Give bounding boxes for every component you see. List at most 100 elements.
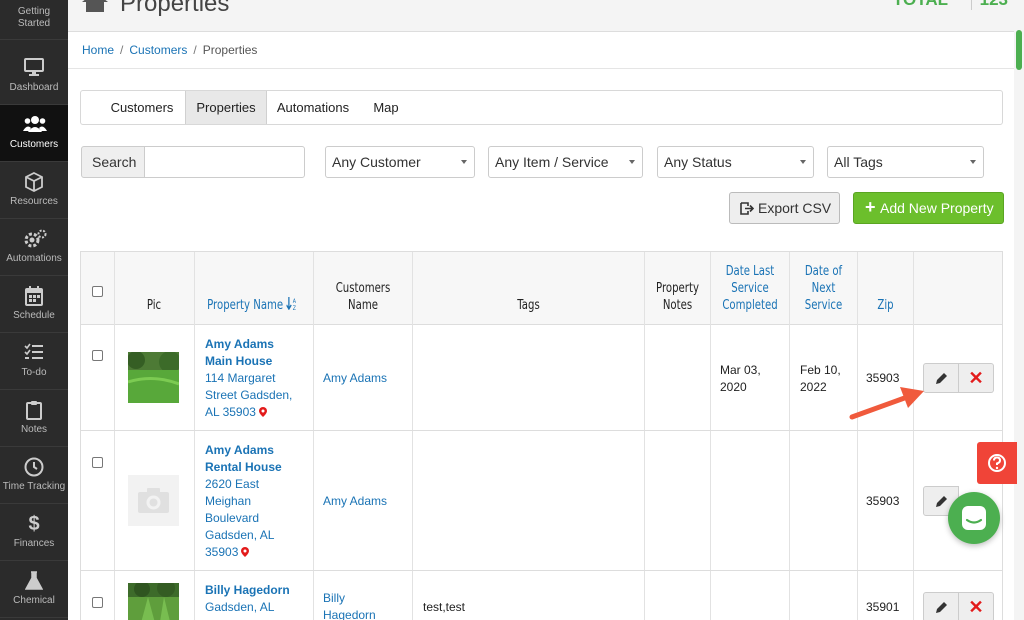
table-header	[81, 252, 1002, 325]
plus-icon: +	[865, 197, 876, 217]
customer-filter-select[interactable]: Any Customer	[325, 146, 475, 178]
breadcrumb-separator: /	[120, 43, 124, 57]
header-tags: Tags	[517, 298, 540, 313]
customer-name-link[interactable]: Billy Hagedorn	[323, 590, 376, 620]
header-line: Notes	[662, 298, 693, 313]
scrollbar-thumb[interactable]	[1016, 30, 1022, 70]
sidebar-item-time-tracking[interactable]: Time Tracking	[0, 447, 68, 504]
sidebar-item-label: To-do	[21, 367, 47, 378]
header-zip[interactable]: Zip	[864, 297, 907, 314]
address-line-text: 35903	[205, 545, 239, 559]
row-checkbox[interactable]	[92, 457, 103, 468]
sidebar-item-chemical[interactable]: Chemical	[0, 561, 68, 618]
breadcrumb-customers[interactable]: Customers	[129, 43, 187, 57]
users-icon	[23, 115, 47, 135]
delete-property-button[interactable]: ✕	[959, 592, 994, 620]
sidebar-item-label: Started	[17, 18, 51, 29]
property-name-line: Amy Adams	[205, 337, 274, 351]
add-new-property-button[interactable]: + Add New Property	[853, 192, 1004, 224]
row-divider	[81, 430, 1002, 431]
sidebar-item-label: Chemical	[13, 595, 55, 606]
status-filter-select[interactable]: Any Status	[657, 146, 814, 178]
export-csv-button[interactable]: Export CSV	[729, 192, 840, 224]
tab-properties[interactable]: Properties	[185, 91, 267, 124]
breadcrumb-home[interactable]: Home	[82, 43, 114, 57]
sidebar-item-label: Automations	[6, 253, 62, 264]
sidebar-item-finances[interactable]: $ Finances	[0, 504, 68, 561]
monitor-icon	[23, 58, 45, 78]
customer-name-line: Hagedorn	[323, 608, 376, 620]
breadcrumb: Home / Customers / Properties	[82, 43, 257, 57]
page-header: Properties TOTAL 123	[68, 0, 1014, 32]
address-line: Meighan	[205, 494, 252, 508]
property-photo[interactable]	[128, 352, 179, 403]
map-pin-icon	[258, 407, 267, 417]
header-line: Date of	[804, 264, 843, 279]
property-photo[interactable]	[128, 583, 179, 620]
edit-property-button[interactable]	[923, 592, 959, 620]
pencil-icon	[936, 602, 947, 613]
gears-icon	[23, 229, 47, 249]
sidebar-item-todo[interactable]: To-do	[0, 333, 68, 390]
tags-filter-value: All Tags	[834, 154, 883, 170]
property-name-link[interactable]: Billy Hagedorn	[205, 582, 311, 599]
header-divider	[971, 0, 972, 10]
header-property-name[interactable]: Property Name AZ	[198, 297, 307, 314]
item-service-filter-value: Any Item / Service	[495, 154, 609, 170]
export-csv-label: Export CSV	[758, 200, 832, 216]
sidebar-item-label: Getting	[17, 6, 51, 17]
sidebar-item-label: Customers	[9, 139, 59, 150]
calendar-icon	[23, 286, 45, 306]
chat-button[interactable]	[948, 492, 1000, 544]
item-service-filter-select[interactable]: Any Item / Service	[488, 146, 643, 178]
sidebar-item-automations[interactable]: Automations	[0, 219, 68, 276]
export-icon	[740, 202, 754, 215]
sidebar-item-schedule[interactable]: Schedule	[0, 276, 68, 333]
header-line: Service	[804, 298, 843, 313]
sidebar-item-dashboard[interactable]: Dashboard	[0, 48, 68, 105]
property-name-link[interactable]: Amy Adams Main House	[205, 336, 311, 370]
property-name-link[interactable]: Amy Adams Rental House	[205, 442, 311, 476]
tags-filter-select[interactable]: All Tags	[827, 146, 984, 178]
page-title: Properties	[120, 0, 230, 17]
sort-alpha-icon: AZ	[285, 297, 296, 312]
page-scrollbar[interactable]	[1014, 0, 1024, 620]
help-button[interactable]	[977, 442, 1017, 484]
search-input[interactable]	[144, 146, 305, 178]
sidebar-item-resources[interactable]: Resources	[0, 162, 68, 219]
flask-icon	[23, 571, 45, 591]
row-checkbox[interactable]	[92, 597, 103, 608]
property-name-line: Rental House	[205, 460, 282, 474]
tab-map[interactable]: Map	[363, 91, 409, 124]
header-date-next-service[interactable]: Date of Next Service	[797, 263, 849, 314]
clipboard-icon	[23, 400, 45, 420]
property-address[interactable]: Gadsden, AL	[205, 599, 311, 616]
property-address[interactable]: 2620 East Meighan Boulevard Gadsden, AL …	[205, 476, 311, 561]
sidebar-item-getting-started[interactable]: Getting Started	[0, 0, 68, 40]
date-last-service: Mar 03, 2020	[720, 362, 761, 396]
header-date-last-service[interactable]: Date Last Service Completed	[720, 263, 781, 314]
property-address[interactable]: 114 Margaret Street Gadsden, AL 35903	[205, 370, 311, 421]
customer-name-link[interactable]: Amy Adams	[323, 493, 387, 510]
tags-cell: test,test	[423, 600, 466, 614]
customer-name-link[interactable]: Amy Adams	[323, 370, 387, 387]
sidebar-item-customers[interactable]: Customers	[0, 105, 68, 162]
tab-automations[interactable]: Automations	[267, 91, 359, 124]
select-all-checkbox[interactable]	[92, 286, 103, 297]
svg-text:Z: Z	[293, 306, 296, 310]
delete-property-button[interactable]: ✕	[959, 363, 994, 393]
add-new-property-label: Add New Property	[880, 200, 994, 216]
header-property-name-label: Property Name	[207, 298, 284, 313]
date-next-service: Feb 10, 2022	[800, 362, 841, 396]
sidebar-item-label: Finances	[13, 538, 55, 549]
tab-customers[interactable]: Customers	[99, 91, 185, 124]
column-divider	[412, 252, 413, 620]
edit-property-button[interactable]	[923, 363, 959, 393]
sidebar-item-notes[interactable]: Notes	[0, 390, 68, 447]
column-divider	[114, 252, 115, 620]
placeholder-camera-icon[interactable]	[128, 475, 179, 526]
row-checkbox[interactable]	[92, 350, 103, 361]
address-line: 2620 East	[205, 477, 260, 491]
column-divider	[313, 252, 314, 620]
column-divider	[789, 252, 790, 620]
